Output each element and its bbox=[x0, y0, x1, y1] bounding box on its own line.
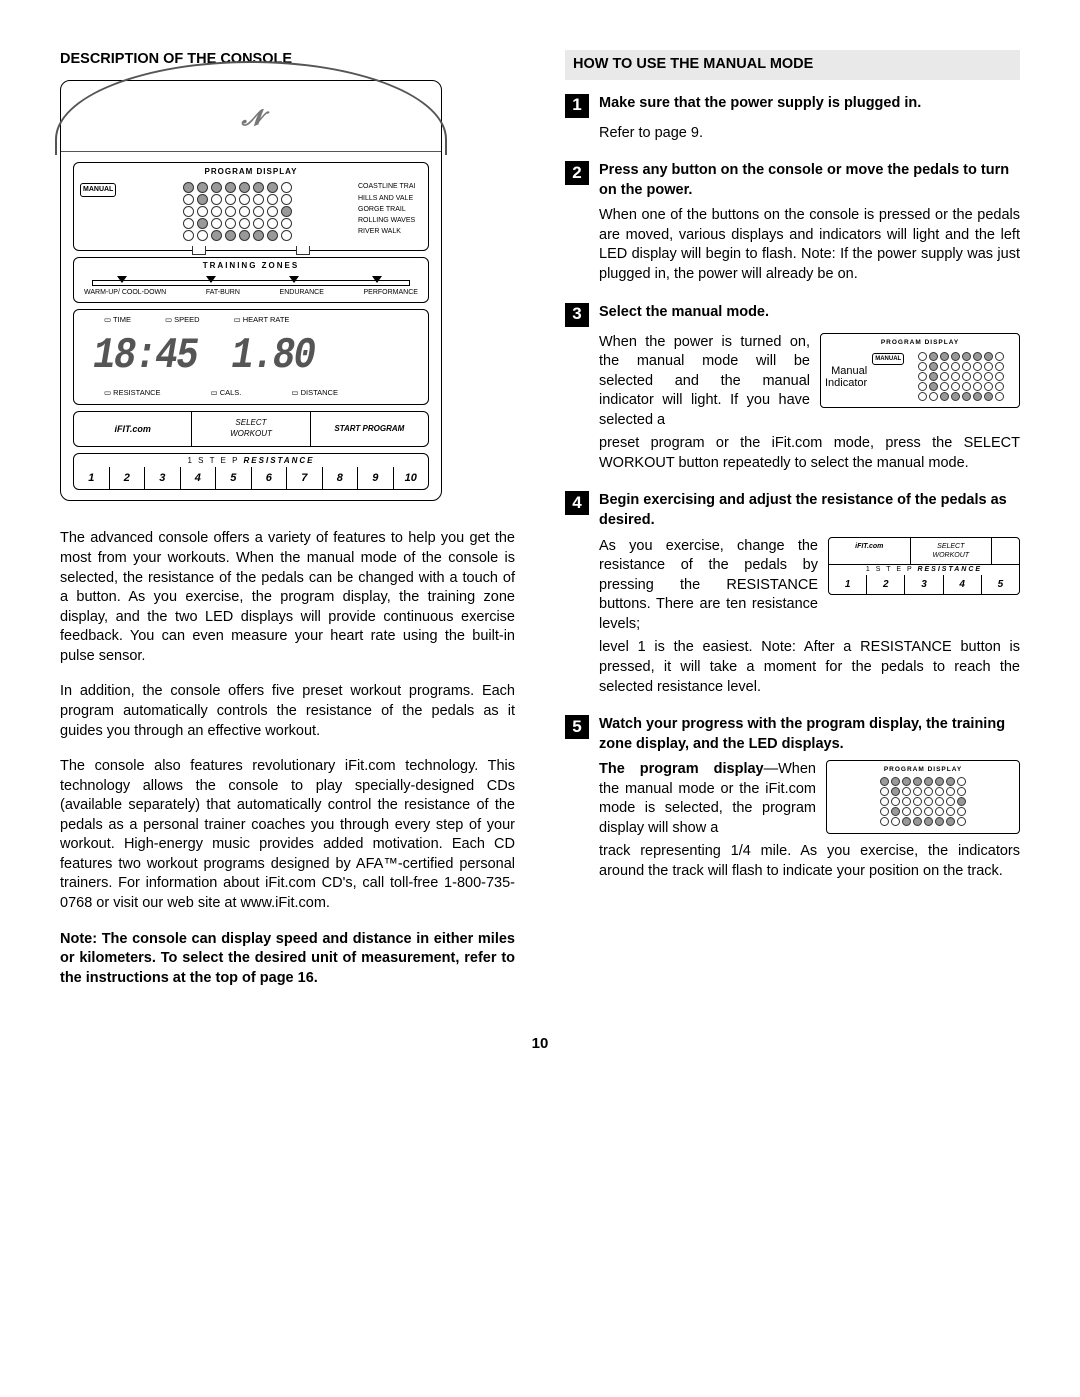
step-4-body-a: As you exercise, change the resistance o… bbox=[599, 538, 818, 632]
left-para-3: The console also features revolutionary … bbox=[60, 757, 515, 914]
res-2: 2 bbox=[110, 467, 146, 490]
lcd-right-value: 1.80 bbox=[231, 327, 314, 386]
left-note: Note: The console can display speed and … bbox=[60, 930, 515, 989]
step-3-body-a: When the power is turned on, the manual … bbox=[599, 334, 810, 428]
mini-pd-label: PROGRAM DISPLAY bbox=[825, 339, 1015, 348]
manual-indicator-label-2: Indicator bbox=[825, 377, 867, 389]
mini-select: SELECTWORKOUT bbox=[911, 538, 993, 565]
lcd-cals-label: CALS. bbox=[211, 388, 242, 398]
res-4: 4 bbox=[181, 467, 217, 490]
program-display-panel: PROGRAM DISPLAY MANUAL COASTLINE TRAI HI… bbox=[73, 162, 429, 252]
step-2-title: Press any button on the console or move … bbox=[599, 161, 1020, 200]
button-row: iFIT.com SELECTWORKOUT START PROGRAM bbox=[73, 411, 429, 447]
training-zones-panel: TRAINING ZONES WARM-UP/ COOL-DOWN FAT-BU… bbox=[73, 257, 429, 302]
step-4-badge: 4 bbox=[565, 491, 589, 515]
program-display-label: PROGRAM DISPLAY bbox=[80, 167, 422, 178]
right-header: HOW TO USE THE MANUAL MODE bbox=[565, 50, 1020, 80]
console-logo-icon: 𝓝 bbox=[241, 103, 260, 133]
res-9: 9 bbox=[358, 467, 394, 490]
lcd-distance-label: DISTANCE bbox=[291, 388, 338, 398]
select-workout-button: SELECTWORKOUT bbox=[192, 412, 310, 446]
step-3-badge: 3 bbox=[565, 303, 589, 327]
lcd-speed-label: SPEED bbox=[165, 315, 200, 325]
course-4: ROLLING WAVES bbox=[358, 215, 422, 226]
course-1: COASTLINE TRAI bbox=[358, 181, 422, 192]
step-4-body-b: level 1 is the easiest. Note: After a RE… bbox=[599, 638, 1020, 697]
step-3-title: Select the manual mode. bbox=[599, 303, 1020, 323]
step-4-title: Begin exercising and adjust the resistan… bbox=[599, 491, 1020, 530]
course-3: GORGE TRAIL bbox=[358, 204, 422, 215]
resistance-panel: 1 S T E P RESISTANCE 1 2 3 4 5 6 7 8 9 1… bbox=[73, 453, 429, 491]
res-6: 6 bbox=[252, 467, 288, 490]
step-1-title: Make sure that the power supply is plugg… bbox=[599, 94, 1020, 114]
console-diagram: 𝓝 PROGRAM DISPLAY MANUAL COASTLINE TRAI bbox=[60, 80, 442, 502]
tz-1: WARM-UP/ COOL-DOWN bbox=[84, 288, 166, 297]
lcd-hr-label: HEART RATE bbox=[234, 315, 290, 325]
res-3: 3 bbox=[145, 467, 181, 490]
lcd-time-label: TIME bbox=[104, 315, 131, 325]
step-1-badge: 1 bbox=[565, 94, 589, 118]
res-5: 5 bbox=[216, 467, 252, 490]
course-2: HILLS AND VALE bbox=[358, 193, 422, 204]
start-program-button: START PROGRAM bbox=[311, 412, 428, 446]
step-3-body-b: preset program or the iFit.com mode, pre… bbox=[599, 434, 1020, 473]
step-2-body: When one of the buttons on the console i… bbox=[599, 206, 1020, 284]
tz-4: PERFORMANCE bbox=[364, 288, 418, 297]
step-5-body-b: track representing 1/4 mile. As you exer… bbox=[599, 842, 1020, 881]
mini-manual-chip: MANUAL bbox=[872, 353, 904, 365]
step-3-figure: PROGRAM DISPLAY Manual Indicator MANUAL bbox=[820, 333, 1020, 409]
manual-indicator: MANUAL bbox=[80, 183, 116, 196]
tz-2: FAT-BURN bbox=[206, 288, 240, 297]
ifit-button: iFIT.com bbox=[74, 412, 192, 446]
manual-indicator-label-1: Manual bbox=[825, 365, 867, 377]
res-8: 8 bbox=[323, 467, 359, 490]
step-5-title: Watch your progress with the program dis… bbox=[599, 715, 1020, 754]
step-5-figure: PROGRAM DISPLAY bbox=[826, 760, 1020, 834]
step-4-figure: iFIT.com SELECTWORKOUT 1 S T E P RESISTA… bbox=[828, 537, 1020, 596]
left-para-2: In addition, the console offers five pre… bbox=[60, 682, 515, 741]
page-number: 10 bbox=[60, 1034, 1020, 1054]
res-1: 1 bbox=[74, 467, 110, 490]
mini-ifit: iFIT.com bbox=[829, 538, 911, 565]
course-5: RIVER WALK bbox=[358, 226, 422, 237]
step-1-body: Refer to page 9. bbox=[599, 124, 1020, 144]
res-7: 7 bbox=[287, 467, 323, 490]
tz-3: ENDURANCE bbox=[280, 288, 324, 297]
step-2-badge: 2 bbox=[565, 161, 589, 185]
lcd-panel: TIME SPEED HEART RATE 18:45 1.80 RESISTA… bbox=[73, 309, 429, 406]
lcd-left-value: 18:45 bbox=[93, 327, 197, 386]
lcd-resistance-label: RESISTANCE bbox=[104, 388, 161, 398]
training-zones-label: TRAINING ZONES bbox=[82, 261, 420, 272]
left-para-1: The advanced console offers a variety of… bbox=[60, 529, 515, 666]
mini-pd2-label: PROGRAM DISPLAY bbox=[833, 766, 1013, 775]
step-5-lead: The program display bbox=[599, 761, 764, 777]
res-10: 10 bbox=[394, 467, 429, 490]
step-5-badge: 5 bbox=[565, 715, 589, 739]
